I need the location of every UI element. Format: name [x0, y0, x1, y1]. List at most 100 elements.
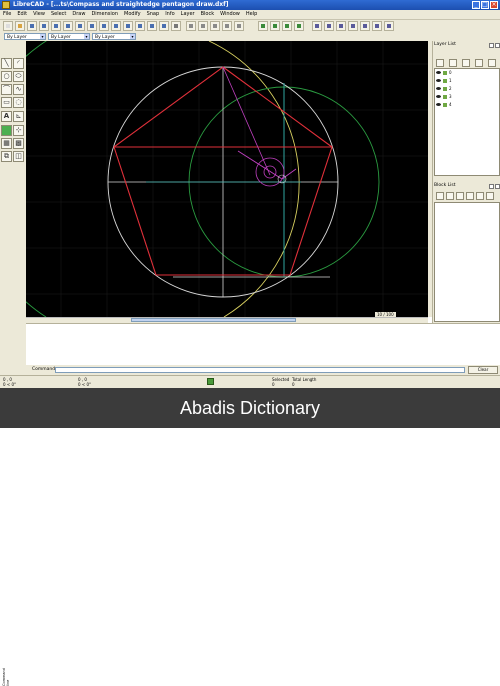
menu-help[interactable]: Help [243, 10, 260, 19]
eye-icon[interactable] [436, 79, 441, 82]
float-panel-button[interactable] [489, 43, 494, 48]
lock-icon[interactable] [443, 103, 447, 107]
restrict-vertical-icon[interactable] [123, 21, 133, 31]
redo-icon[interactable] [270, 21, 280, 31]
eye-icon[interactable] [436, 103, 441, 106]
snap-distance-icon[interactable] [87, 21, 97, 31]
add-block-icon[interactable] [456, 192, 464, 200]
snap-tool-icon[interactable]: ◫ [13, 151, 24, 162]
snap-onentity-icon[interactable] [51, 21, 61, 31]
width-combo[interactable]: By Layer ▾ [48, 33, 90, 40]
lock-icon[interactable] [443, 79, 447, 83]
layer-row[interactable]: 2 [436, 86, 496, 92]
new-file-icon[interactable] [3, 21, 13, 31]
menu-draw[interactable]: Draw [69, 10, 88, 19]
snap-center-icon[interactable] [63, 21, 73, 31]
ellipse-tool-icon[interactable]: ⬭ [13, 71, 24, 82]
restrict-orthogonal-icon[interactable] [135, 21, 145, 31]
close-panel-button[interactable] [495, 184, 500, 189]
layer-row[interactable]: 1 [436, 78, 496, 84]
add-layer-icon[interactable] [462, 59, 470, 67]
zoom-out-icon[interactable] [336, 21, 346, 31]
lock-icon[interactable] [443, 71, 447, 75]
clear-button[interactable]: Clear [468, 366, 498, 374]
eye-icon[interactable] [436, 95, 441, 98]
block-tool-icon[interactable]: ▩ [13, 138, 24, 149]
show-all-blocks-icon[interactable] [436, 192, 444, 200]
menu-select[interactable]: Select [48, 10, 69, 19]
menu-block[interactable]: Block [198, 10, 218, 19]
menu-layer[interactable]: Layer [178, 10, 198, 19]
insert-block-icon[interactable] [486, 192, 494, 200]
grid-toggle-icon[interactable] [282, 21, 292, 31]
edit-block-icon[interactable] [476, 192, 484, 200]
insert-image-tool-icon[interactable] [1, 125, 12, 136]
snap-endpoint-icon[interactable] [39, 21, 49, 31]
close-button[interactable]: × [490, 1, 498, 9]
restrict-none-icon[interactable] [147, 21, 157, 31]
lock-relative-zero-icon[interactable] [171, 21, 181, 31]
menu-modify[interactable]: Modify [121, 10, 144, 19]
measure-tool-icon[interactable]: ⊹ [13, 125, 24, 136]
snap-middle-icon[interactable] [75, 21, 85, 31]
point-tool-icon[interactable]: ◌ [13, 97, 24, 108]
block-list[interactable] [434, 202, 500, 322]
redraw-icon[interactable] [312, 21, 322, 31]
copy-icon[interactable] [222, 21, 232, 31]
menu-dimension[interactable]: Dimension [88, 10, 121, 19]
menu-info[interactable]: Info [162, 10, 177, 19]
hide-all-layers-icon[interactable] [449, 59, 457, 67]
zoom-in-icon[interactable] [324, 21, 334, 31]
print-icon[interactable] [186, 21, 196, 31]
drawing-svg[interactable] [0, 14, 428, 318]
close-panel-button[interactable] [495, 43, 500, 48]
snap-intersection-icon[interactable] [99, 21, 109, 31]
float-panel-button[interactable] [489, 184, 494, 189]
lock-icon[interactable] [443, 87, 447, 91]
undo-icon[interactable] [258, 21, 268, 31]
menu-snap[interactable]: Snap [144, 10, 163, 19]
layer-row[interactable]: 4 [436, 102, 496, 108]
layer-row[interactable]: 3 [436, 94, 496, 100]
layer-list[interactable]: 0 1 2 3 4 [434, 68, 500, 176]
eye-icon[interactable] [436, 71, 441, 74]
color-combo[interactable]: By Layer ▾ [4, 33, 46, 40]
scrollbar-thumb[interactable] [131, 318, 296, 322]
minimize-button[interactable]: _ [472, 1, 480, 9]
command-input[interactable] [55, 367, 465, 373]
layer-row[interactable]: 0 [436, 70, 496, 76]
linetype-combo[interactable]: By Layer ▾ [92, 33, 136, 40]
dimension-tool-icon[interactable]: ⊾ [13, 111, 24, 122]
hatch-tool-icon[interactable]: ▭ [1, 97, 12, 108]
zoom-auto-icon[interactable] [348, 21, 358, 31]
menu-file[interactable]: File [0, 10, 14, 19]
select-tool-icon[interactable]: ▦ [1, 138, 12, 149]
line-tool-icon[interactable]: ╲ [1, 58, 12, 69]
remove-block-icon[interactable] [466, 192, 474, 200]
lock-icon[interactable] [443, 95, 447, 99]
show-all-layers-icon[interactable] [436, 59, 444, 67]
remove-layer-icon[interactable] [475, 59, 483, 67]
open-file-icon[interactable] [15, 21, 25, 31]
relative-zero-icon[interactable] [159, 21, 169, 31]
maximize-button[interactable]: □ [481, 1, 489, 9]
print-preview-icon[interactable] [198, 21, 208, 31]
zoom-pan-icon[interactable] [384, 21, 394, 31]
eye-icon[interactable] [436, 87, 441, 90]
menu-edit[interactable]: Edit [14, 10, 30, 19]
edit-layer-icon[interactable] [488, 59, 496, 67]
spline-tool-icon[interactable]: ∿ [13, 84, 24, 95]
zoom-previous-icon[interactable] [360, 21, 370, 31]
cut-icon[interactable] [210, 21, 220, 31]
paste-icon[interactable] [234, 21, 244, 31]
restrict-horizontal-icon[interactable] [111, 21, 121, 31]
menu-window[interactable]: Window [217, 10, 243, 19]
hide-all-blocks-icon[interactable] [446, 192, 454, 200]
modify-tool-icon[interactable]: ⧉ [1, 151, 12, 162]
command-history[interactable] [26, 323, 500, 366]
zoom-window-icon[interactable] [372, 21, 382, 31]
polyline-tool-icon[interactable]: ⌒ [1, 84, 12, 95]
draft-mode-icon[interactable] [294, 21, 304, 31]
text-tool-icon[interactable]: A [1, 111, 12, 122]
drawing-canvas[interactable] [0, 14, 428, 318]
